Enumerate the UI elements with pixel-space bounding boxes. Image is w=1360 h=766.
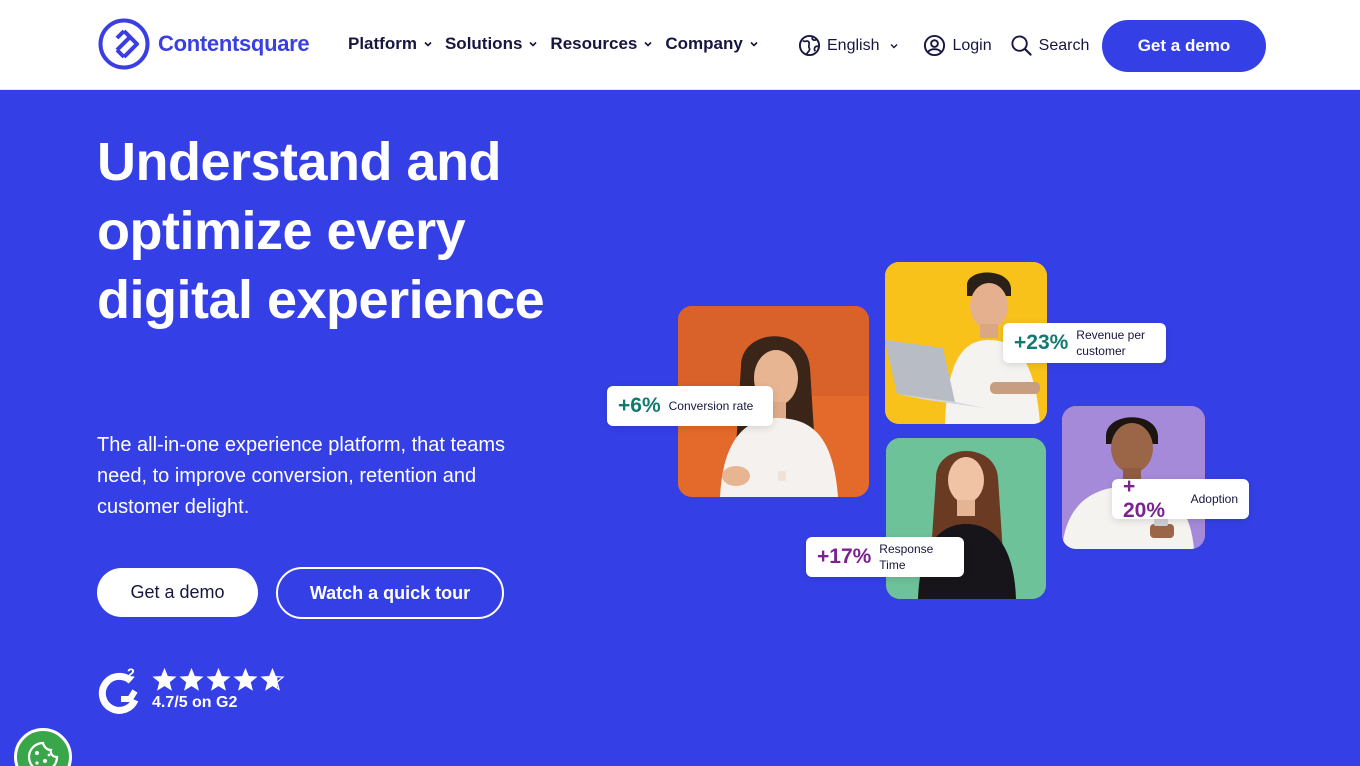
star-rating — [152, 668, 287, 692]
star-icon — [152, 668, 177, 691]
stat-label: Revenue per customer — [1076, 328, 1146, 358]
stat-value: +23% — [1014, 331, 1069, 354]
chevron-down-icon — [529, 41, 537, 47]
nav-item-label: Solutions — [444, 34, 523, 53]
stat-card-conversion: +6% Conversion rate — [607, 386, 773, 426]
login-label: Login — [952, 36, 992, 54]
site-header: Contentsquare Platform Solutions Resourc… — [0, 0, 1360, 90]
watch-tour-button[interactable]: Watch a quick tour — [276, 567, 504, 619]
stat-label: Conversion rate — [668, 399, 754, 413]
stat-value: + 20% — [1123, 475, 1166, 522]
get-demo-button[interactable]: Get a demo — [97, 568, 258, 617]
language-label: English — [827, 36, 880, 54]
nav-item-label: Platform — [348, 34, 417, 53]
cookie-settings-button[interactable] — [14, 728, 72, 766]
g2-logo-icon: 2 — [98, 665, 139, 714]
stat-value: +6% — [618, 394, 661, 417]
chevron-down-icon — [424, 41, 432, 47]
nav-item-label: Resources — [550, 34, 638, 53]
cookie-icon — [27, 741, 59, 766]
stat-card-adoption: + 20% Adoption — [1112, 475, 1249, 522]
search-label: Search — [1038, 36, 1090, 54]
hero-subtitle: The all-in-one experience platform, that… — [97, 434, 505, 518]
star-icon — [179, 668, 204, 691]
get-demo-header-button[interactable]: Get a demo — [1102, 20, 1266, 72]
brand-logo[interactable]: Contentsquare — [98, 18, 310, 70]
nav-item-company[interactable]: Company — [665, 34, 758, 54]
star-icon — [233, 668, 258, 691]
search-icon — [1011, 35, 1032, 56]
hero-title: Understand and optimize every digital ex… — [97, 132, 545, 330]
nav-item-label: Company — [665, 34, 743, 53]
user-circle-icon — [924, 34, 946, 57]
header-utilities: English Login Search — [798, 34, 1107, 57]
nav-item-resources[interactable]: Resources — [550, 34, 653, 54]
stat-card-response-time: +17% Response Time — [806, 537, 964, 577]
brand-name: Contentsquare — [158, 31, 310, 56]
login-link[interactable]: Login — [923, 34, 992, 57]
chevron-down-icon — [750, 41, 758, 47]
contentsquare-logo-icon — [98, 18, 150, 70]
g2-rating: 2 4.7/5 on G2 — [97, 664, 287, 716]
chevron-down-icon — [644, 41, 652, 47]
stat-label: Adoption — [1190, 492, 1238, 506]
language-selector[interactable]: English — [798, 34, 905, 57]
rating-text: 4.7/5 on G2 — [152, 694, 238, 711]
nav-item-platform[interactable]: Platform — [348, 34, 433, 54]
chevron-down-icon — [890, 43, 898, 48]
star-icon — [260, 668, 285, 691]
star-icon — [206, 668, 231, 691]
stat-label: Response Time — [879, 542, 934, 572]
main-nav: Platform Solutions Resources Company — [348, 34, 771, 54]
g2-rating-details: 4.7/5 on G2 — [152, 668, 287, 712]
stat-value: +17% — [817, 545, 872, 568]
nav-item-solutions[interactable]: Solutions — [445, 34, 538, 54]
globe-icon — [798, 34, 821, 57]
stat-card-revenue: +23% Revenue per customer — [1003, 323, 1166, 363]
svg-text:2: 2 — [127, 665, 135, 681]
search-link[interactable]: Search — [1010, 34, 1090, 57]
